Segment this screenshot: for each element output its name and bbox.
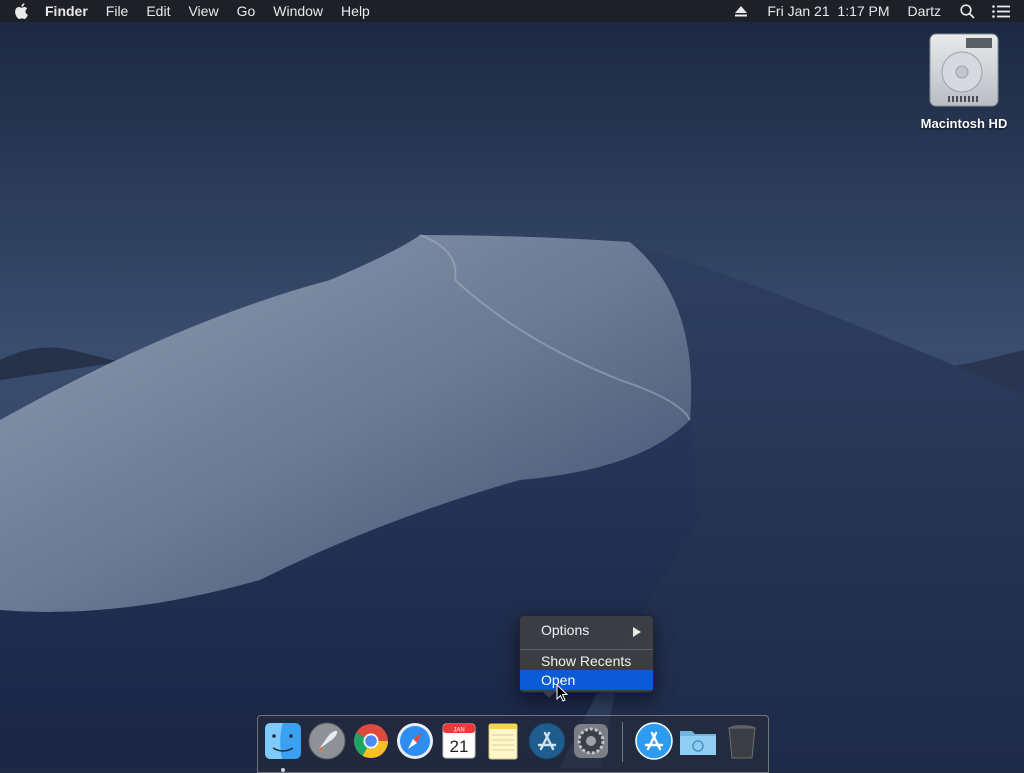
list-icon[interactable]: [984, 0, 1018, 22]
context-menu-pointer: [541, 690, 557, 698]
desktop-icon-label: Macintosh HD: [920, 116, 1008, 131]
gear-icon: [574, 724, 608, 758]
menu-help[interactable]: Help: [332, 0, 379, 22]
dock-context-menu: Options Show Recents Open: [519, 615, 654, 693]
menu-user[interactable]: Dartz: [899, 0, 950, 22]
app-store-icon: [528, 722, 566, 760]
search-icon[interactable]: [950, 0, 984, 22]
menu-file[interactable]: File: [97, 0, 138, 22]
context-menu-item-options[interactable]: Options: [520, 620, 653, 640]
desktop-wallpaper: [0, 0, 1024, 768]
context-menu-item-show-recents[interactable]: Show Recents: [520, 651, 653, 671]
dock-separator: [622, 722, 623, 762]
menu-view[interactable]: View: [179, 0, 227, 22]
context-menu-separator: [520, 649, 653, 650]
menu-bar: Finder File Edit View Go Window Help Fri…: [0, 0, 1024, 22]
dock-calendar[interactable]: JAN 21: [439, 721, 479, 761]
menu-edit[interactable]: Edit: [137, 0, 179, 22]
calendar-month: JAN: [453, 728, 464, 734]
dock-launchpad[interactable]: [307, 721, 347, 761]
hard-drive-icon: [926, 30, 1002, 108]
mouse-cursor-icon: [556, 684, 569, 702]
dock-finder[interactable]: [263, 721, 303, 772]
eject-icon[interactable]: [724, 0, 758, 22]
calendar-icon: JAN 21: [442, 723, 476, 759]
desktop-icon-macintosh-hd[interactable]: Macintosh HD: [914, 30, 1014, 131]
dock-trash[interactable]: [722, 721, 762, 761]
dock-downloads[interactable]: [678, 721, 718, 761]
menu-go[interactable]: Go: [228, 0, 265, 22]
dock-system-preferences[interactable]: [571, 721, 611, 761]
context-menu-item-label: Show Recents: [541, 653, 632, 669]
safari-compass-icon: [397, 723, 433, 759]
launchpad-rocket-icon: [308, 722, 346, 760]
calendar-day: 21: [450, 737, 469, 756]
menu-window[interactable]: Window: [264, 0, 332, 22]
menu-clock[interactable]: Fri Jan 21 1:17 PM: [758, 0, 898, 22]
dock-safari[interactable]: [395, 721, 435, 761]
submenu-arrow-icon: [633, 627, 641, 637]
dock: JAN 21: [257, 715, 769, 773]
finder-icon: [265, 723, 301, 759]
trash-icon: [728, 725, 756, 759]
dock-app-store[interactable]: [527, 721, 567, 761]
running-indicator: [281, 768, 285, 772]
dock-app-store-2[interactable]: [634, 721, 674, 761]
folder-icon: [680, 731, 716, 755]
context-menu-item-label: Options: [541, 622, 590, 638]
apple-logo-icon[interactable]: [14, 3, 30, 19]
context-menu-item-open[interactable]: Open: [520, 670, 653, 690]
app-store-icon: [635, 722, 673, 760]
dock-google-chrome[interactable]: [351, 721, 391, 761]
dock-notes[interactable]: [483, 721, 523, 761]
chrome-icon: [354, 724, 388, 758]
menu-app-name[interactable]: Finder: [36, 0, 97, 22]
notes-icon: [488, 723, 518, 760]
